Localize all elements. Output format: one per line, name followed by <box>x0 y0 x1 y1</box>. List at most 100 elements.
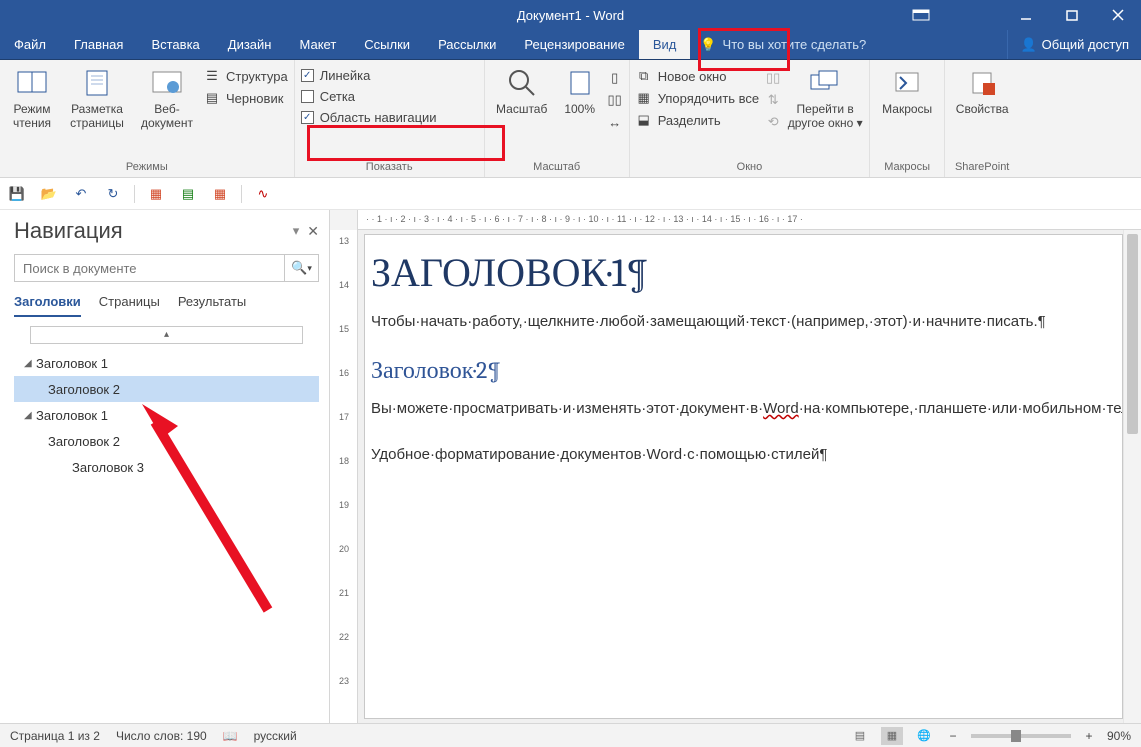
slider-handle[interactable] <box>1011 730 1021 742</box>
draft-button[interactable]: ▤Черновик <box>204 90 288 106</box>
word-count[interactable]: Число слов: 190 <box>116 729 207 743</box>
read-mode-button[interactable]: Режим чтения <box>6 64 58 130</box>
save-button[interactable]: 💾 <box>6 183 28 205</box>
paragraph[interactable]: Чтобы·начать·работу,·щелкните·любой·заме… <box>371 310 1116 334</box>
close-icon[interactable]: ✕ <box>307 223 319 240</box>
nav-tab-pages[interactable]: Страницы <box>99 294 160 317</box>
print-layout-button[interactable]: Разметка страницы <box>64 64 130 130</box>
nav-tab-headings[interactable]: Заголовки <box>14 294 81 317</box>
tree-node-h2[interactable]: Заголовок 2 <box>14 376 319 402</box>
outline-icon: ☰ <box>204 68 220 84</box>
one-page-icon: ▯ <box>607 70 623 86</box>
zoom-level[interactable]: 90% <box>1107 729 1131 743</box>
nav-title: Навигация <box>14 218 123 244</box>
gridlines-checkbox[interactable]: Сетка <box>301 89 437 104</box>
nav-pane-checkbox[interactable]: ✓Область навигации <box>301 110 437 125</box>
tab-review[interactable]: Рецензирование <box>510 30 638 59</box>
horizontal-ruler[interactable]: · · 1 · ı · 2 · ı · 3 · ı · 4 · ı · 5 · … <box>358 210 1141 230</box>
ribbon-options-icon[interactable] <box>901 0 941 30</box>
view-web-button[interactable]: 🌐 <box>913 727 935 745</box>
chevron-down-icon: ▾ <box>293 223 300 240</box>
tree-node-h2[interactable]: Заголовок 2 <box>14 428 319 454</box>
maximize-button[interactable] <box>1049 0 1095 30</box>
group-sharepoint: Свойства SharePoint <box>945 60 1019 177</box>
caret-down-icon: ◢ <box>24 358 36 369</box>
multi-page-icon: ▯▯ <box>607 92 623 108</box>
window-controls <box>1003 0 1141 30</box>
properties-button[interactable]: Свойства <box>951 64 1013 116</box>
nav-tab-results[interactable]: Результаты <box>178 294 246 317</box>
close-button[interactable] <box>1095 0 1141 30</box>
macros-button[interactable]: Макросы <box>876 64 938 116</box>
tree-node-h1[interactable]: ◢Заголовок 1 <box>14 402 319 428</box>
tab-home[interactable]: Главная <box>60 30 137 59</box>
qat-btn-2[interactable]: ▤ <box>177 183 199 205</box>
zoom-slider[interactable] <box>971 734 1071 738</box>
sync-scroll-icon: ⇅ <box>765 92 781 108</box>
checkbox-checked-icon: ✓ <box>301 69 314 82</box>
tell-me[interactable]: 💡Что вы хотите сделать? <box>690 30 876 59</box>
zoom-in-button[interactable]: + <box>1081 729 1097 743</box>
zoom-out-button[interactable]: − <box>945 729 961 743</box>
paragraph[interactable]: Удобное·форматирование·документов·Word·с… <box>371 443 1116 467</box>
one-page-button[interactable]: ▯ <box>607 70 623 86</box>
qat-btn-1[interactable]: ▦ <box>145 183 167 205</box>
nav-jump-handle[interactable]: ▴ <box>30 326 303 344</box>
qat-btn-3[interactable]: ▦ <box>209 183 231 205</box>
language-indicator[interactable]: русский <box>254 729 297 743</box>
heading-2[interactable]: Заголовок·2¶ <box>371 356 1116 385</box>
paragraph[interactable]: Вы·можете·просматривать·и·изменять·этот·… <box>371 397 1116 421</box>
window-title: Документ1 - Word <box>517 8 624 23</box>
split-button[interactable]: ⬓Разделить <box>636 112 759 128</box>
switch-windows-button[interactable]: Перейти в другое окно ▾ <box>787 64 863 130</box>
vertical-ruler[interactable]: 1314151617181920212223 <box>330 230 358 723</box>
qat-btn-4[interactable]: ∿ <box>252 183 274 205</box>
tab-insert[interactable]: Вставка <box>137 30 213 59</box>
arrange-icon: ▦ <box>636 90 652 106</box>
zoom-button[interactable]: Масштаб <box>491 64 553 116</box>
arrange-all-button[interactable]: ▦Упорядочить все <box>636 90 759 106</box>
ruler-checkbox[interactable]: ✓Линейка <box>301 68 437 83</box>
tab-mailings[interactable]: Рассылки <box>424 30 510 59</box>
tab-layout[interactable]: Макет <box>285 30 350 59</box>
view-read-button[interactable]: ▤ <box>849 727 871 745</box>
quick-access-toolbar: 💾 📂 ↶ ↻ ▦ ▤ ▦ ∿ <box>0 178 1141 210</box>
multi-page-button[interactable]: ▯▯ <box>607 92 623 108</box>
checkbox-unchecked-icon <box>301 90 314 103</box>
minimize-button[interactable] <box>1003 0 1049 30</box>
group-macros: Макросы Макросы <box>870 60 945 177</box>
new-window-button[interactable]: ⧉Новое окно <box>636 68 759 84</box>
split-icon: ⬓ <box>636 112 652 128</box>
tab-view[interactable]: Вид <box>639 30 691 59</box>
view-print-button[interactable]: ▦ <box>881 727 903 745</box>
status-bar: Страница 1 из 2 Число слов: 190 📖 русски… <box>0 723 1141 747</box>
proofing-icon[interactable]: 📖 <box>223 729 238 743</box>
web-layout-button[interactable]: Веб-документ <box>136 64 198 130</box>
document-page[interactable]: ЗАГОЛОВОК·1¶ Чтобы·начать·работу,·щелкни… <box>364 234 1123 719</box>
group-window: ⧉Новое окно ▦Упорядочить все ⬓Разделить … <box>630 60 870 177</box>
vertical-scrollbar[interactable] <box>1123 230 1141 723</box>
zoom-100-button[interactable]: 100% <box>559 64 601 116</box>
share-button[interactable]: 👤Общий доступ <box>1007 30 1141 59</box>
scrollbar-thumb[interactable] <box>1127 234 1138 434</box>
search-button[interactable]: 🔍▾ <box>284 255 318 281</box>
tab-references[interactable]: Ссылки <box>350 30 424 59</box>
tab-file[interactable]: Файл <box>0 30 60 59</box>
redo-button[interactable]: ↻ <box>102 183 124 205</box>
page-indicator[interactable]: Страница 1 из 2 <box>10 729 100 743</box>
print-layout-icon <box>80 66 114 100</box>
open-button[interactable]: 📂 <box>38 183 60 205</box>
tab-design[interactable]: Дизайн <box>214 30 286 59</box>
tree-node-h3[interactable]: Заголовок 3 <box>14 454 319 480</box>
reset-position-button: ⟲ <box>765 114 781 130</box>
outline-button[interactable]: ☰Структура <box>204 68 288 84</box>
zoom-100-icon <box>563 66 597 100</box>
sharepoint-icon <box>965 66 999 100</box>
nav-options[interactable]: ▾✕ <box>293 223 319 240</box>
search-input[interactable] <box>15 255 284 281</box>
undo-button[interactable]: ↶ <box>70 183 92 205</box>
tree-node-h1[interactable]: ◢Заголовок 1 <box>14 350 319 376</box>
heading-1[interactable]: ЗАГОЛОВОК·1¶ <box>371 249 1116 296</box>
nav-search[interactable]: 🔍▾ <box>14 254 319 282</box>
page-width-button[interactable]: ↔ <box>607 114 623 130</box>
